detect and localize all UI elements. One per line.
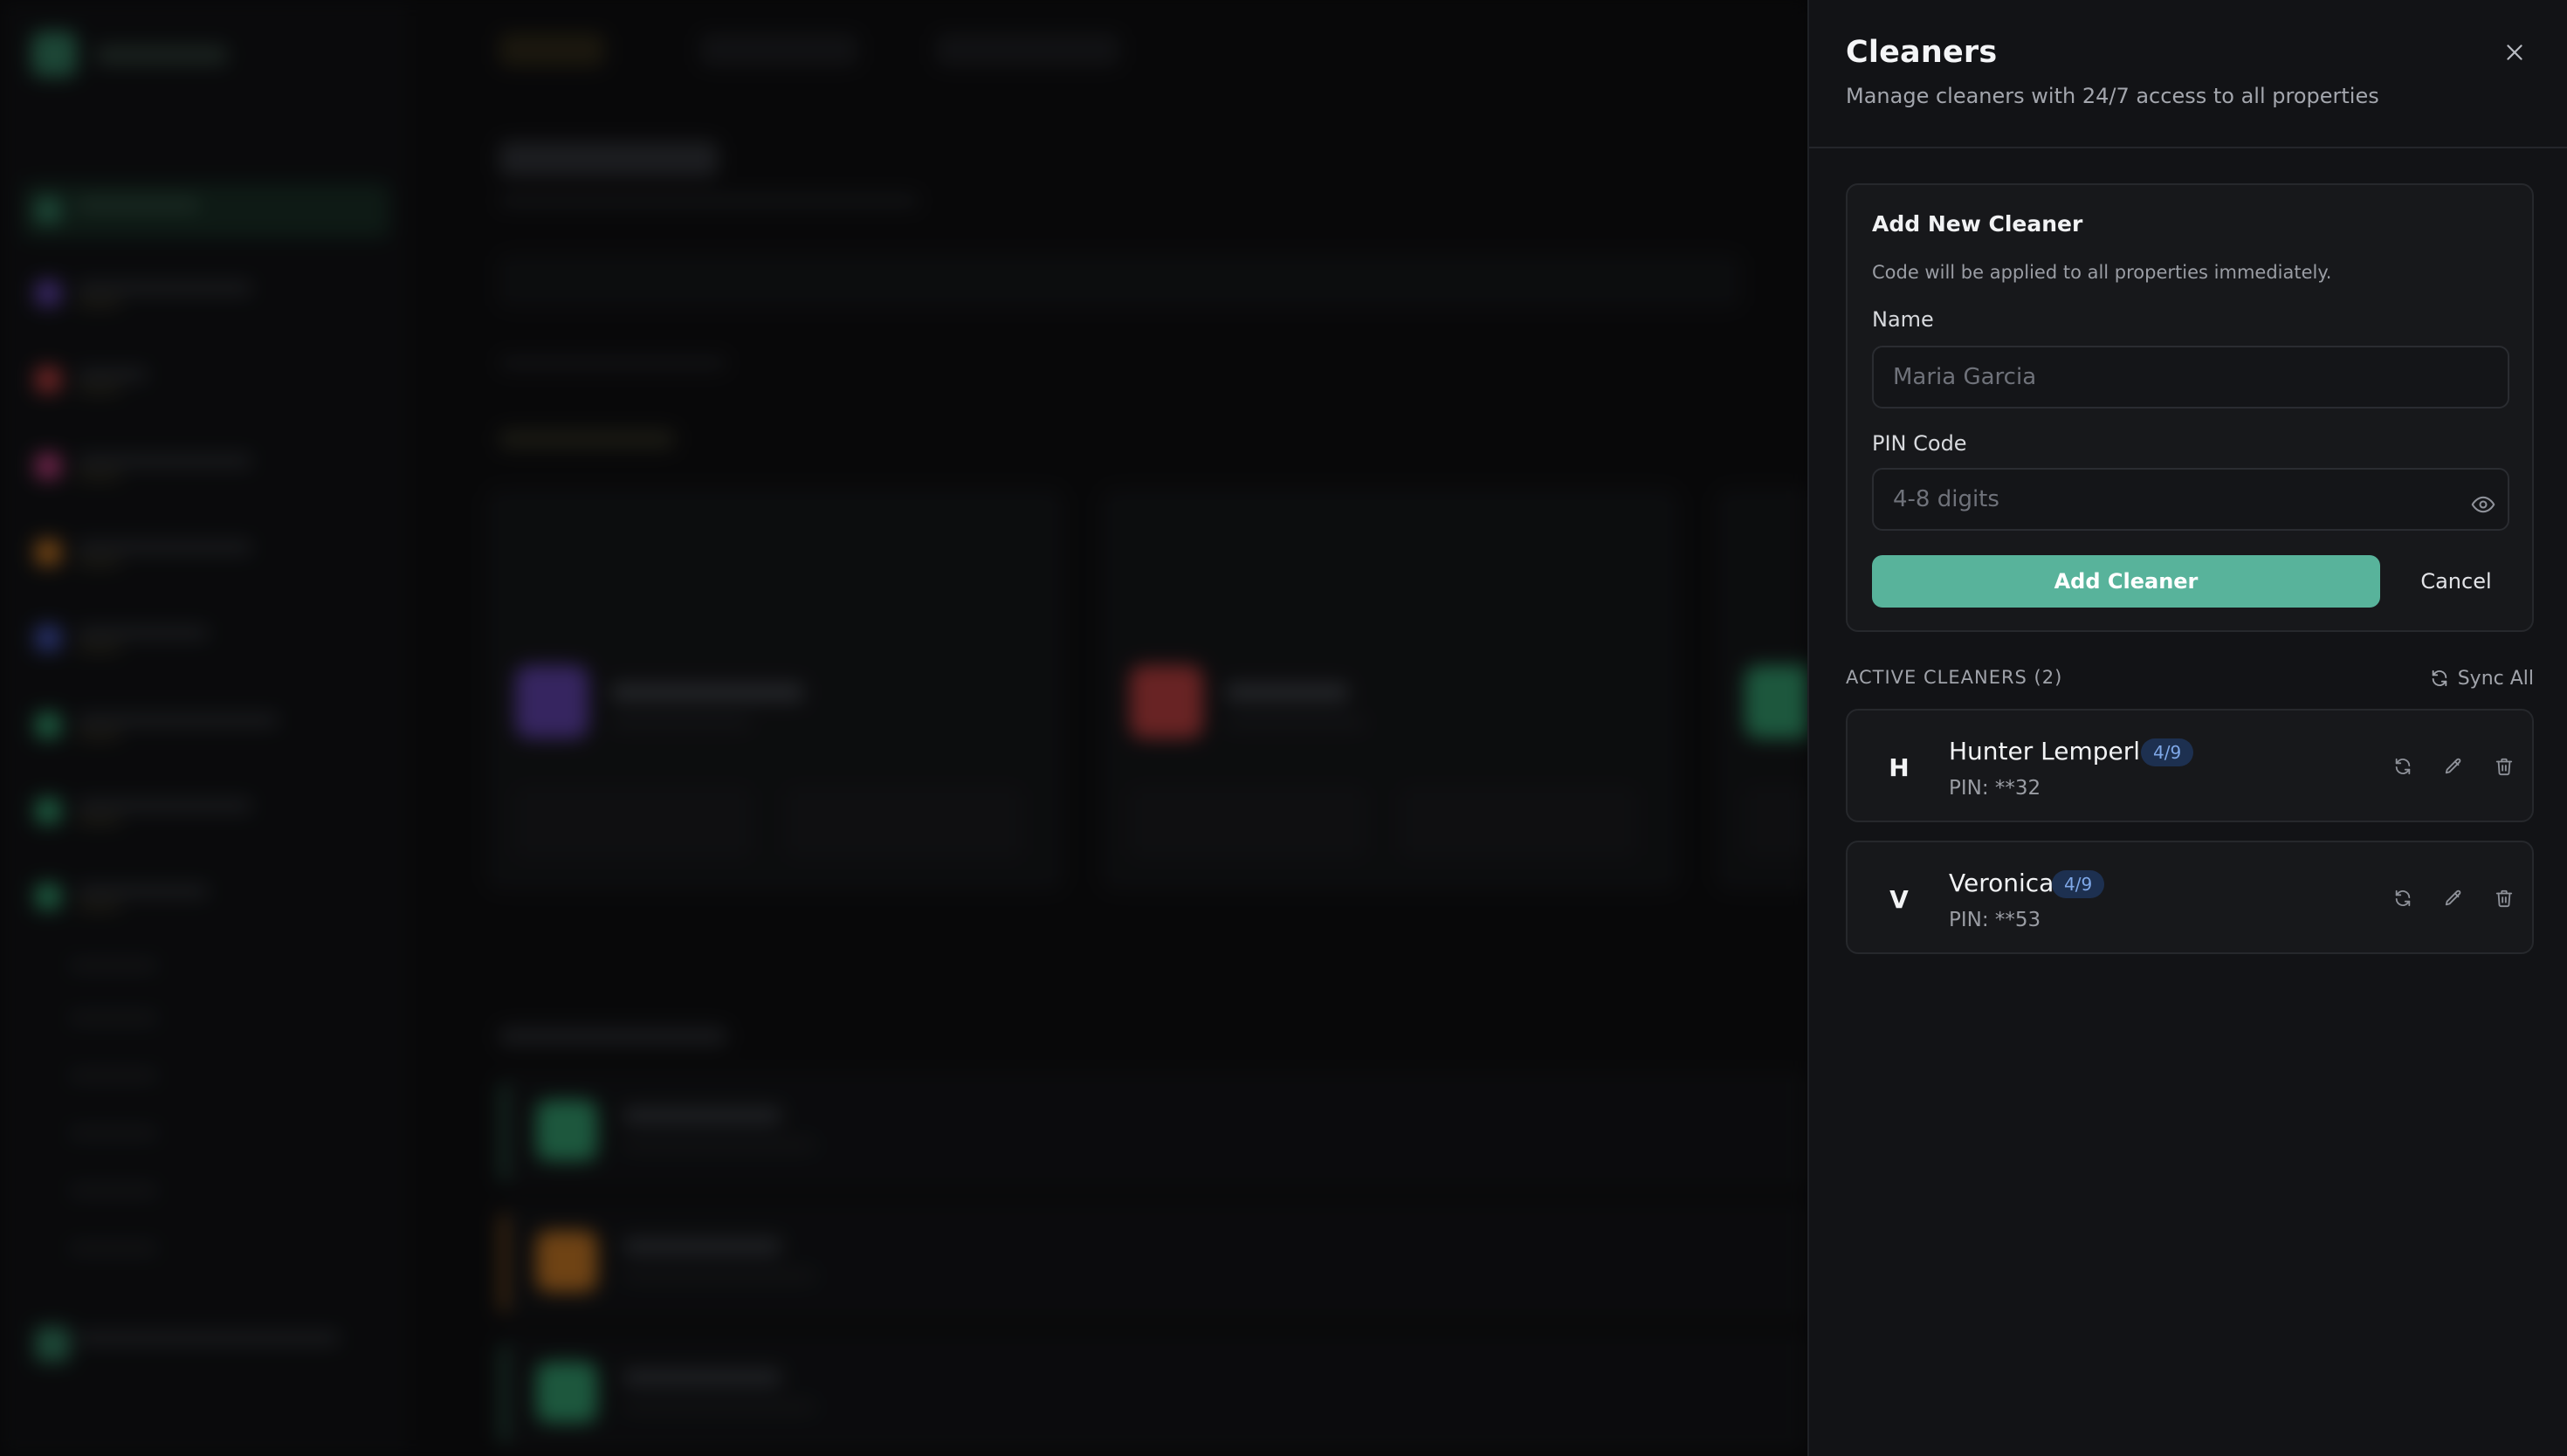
cleaner-row: H Hunter Lemperle 4/9 PIN: **32: [1846, 709, 2534, 822]
background-nav-item: [23, 353, 389, 407]
access-count-badge: 4/9: [2052, 870, 2105, 898]
active-cleaners-title: ACTIVE CLEANERS (2): [1846, 667, 2063, 688]
cleaner-row: V Veronica 4/9 PIN: **53: [1846, 841, 2534, 954]
background-nav-item: [23, 869, 389, 924]
background-nav-item: [23, 266, 389, 320]
pin-input[interactable]: [1872, 468, 2509, 531]
name-label: Name: [1872, 307, 1934, 332]
drawer-subtitle: Manage cleaners with 24/7 access to all …: [1846, 84, 2379, 108]
delete-cleaner-button[interactable]: [2487, 881, 2522, 916]
close-icon: [2507, 45, 2522, 60]
add-cleaner-form: Add New Cleaner Code will be applied to …: [1846, 183, 2534, 632]
drawer-title: Cleaners: [1846, 35, 1998, 70]
background-main: [403, 0, 1807, 1456]
background-nav-item: [23, 698, 389, 752]
cleaners-drawer: Cleaners Manage cleaners with 24/7 acces…: [1807, 0, 2567, 1456]
refresh-icon: [2395, 889, 2411, 907]
cancel-button[interactable]: Cancel: [2399, 555, 2513, 608]
form-note: Code will be applied to all properties i…: [1872, 262, 2332, 283]
close-button[interactable]: [2494, 31, 2536, 73]
background-nav-item: [23, 525, 389, 580]
sync-cleaner-button[interactable]: [2385, 881, 2420, 916]
background-app: [0, 0, 1807, 1456]
cleaner-pin: PIN: **32: [1949, 777, 2041, 800]
background-nav-item: [23, 439, 389, 493]
cleaner-name: Hunter Lemperle: [1949, 737, 2156, 766]
access-count-badge: 4/9: [2141, 738, 2194, 766]
sync-all-button[interactable]: Sync All: [2430, 663, 2534, 693]
add-cleaner-button[interactable]: Add Cleaner: [1872, 555, 2380, 608]
cleaner-avatar: V: [1889, 884, 1909, 914]
delete-cleaner-button[interactable]: [2487, 749, 2522, 784]
eye-icon: [2471, 496, 2495, 513]
sync-cleaner-button[interactable]: [2385, 749, 2420, 784]
trash-icon: [2495, 758, 2513, 776]
edit-cleaner-button[interactable]: [2436, 881, 2471, 916]
sync-all-label: Sync All: [2457, 667, 2534, 690]
background-nav-item: [23, 611, 389, 665]
edit-cleaner-button[interactable]: [2436, 749, 2471, 784]
form-title: Add New Cleaner: [1872, 211, 2083, 237]
trash-icon: [2495, 889, 2513, 908]
background-logo-text: [96, 45, 227, 65]
cleaner-pin: PIN: **53: [1949, 909, 2041, 931]
cleaner-avatar: H: [1889, 752, 1910, 782]
refresh-icon: [2432, 670, 2447, 687]
background-logo: [31, 31, 77, 77]
toggle-pin-visibility-button[interactable]: [2466, 487, 2501, 522]
background-user: [23, 1316, 389, 1370]
pencil-icon: [2445, 889, 2461, 906]
cleaner-name: Veronica: [1949, 869, 2054, 897]
name-input[interactable]: [1872, 346, 2509, 409]
drawer-header: Cleaners Manage cleaners with 24/7 acces…: [1809, 0, 2567, 148]
active-cleaners-header: ACTIVE CLEANERS (2) Sync All: [1846, 663, 2534, 693]
refresh-icon: [2395, 758, 2411, 775]
background-nav-item: [23, 183, 389, 237]
pin-label: PIN Code: [1872, 431, 1967, 456]
background-nav-item: [23, 784, 389, 838]
pencil-icon: [2445, 758, 2461, 774]
background-sidebar: [0, 0, 403, 1456]
